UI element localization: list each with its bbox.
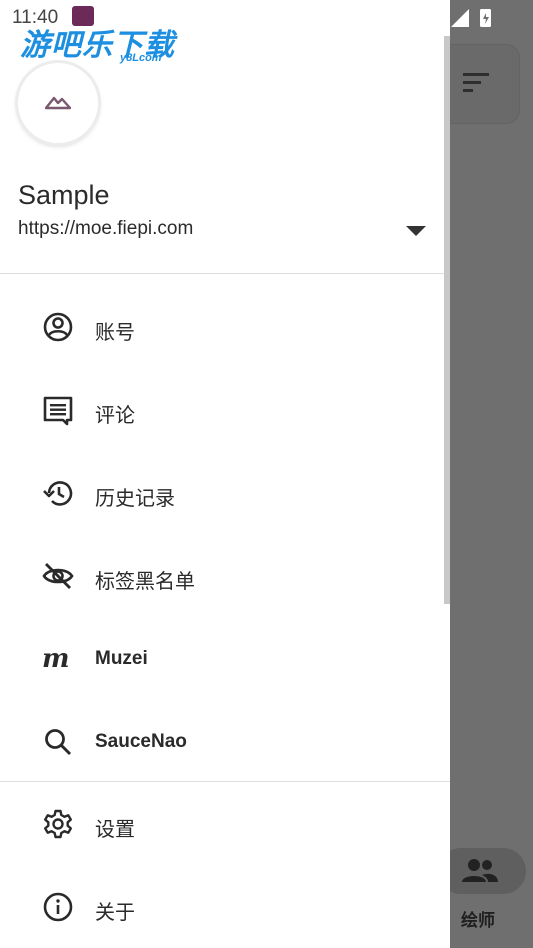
menu-item-saucenao[interactable]: SauceNao [0,712,450,772]
people-icon [462,859,498,882]
divider [0,273,450,274]
menu-item-label: 账号 [95,322,135,344]
menu-item-tag-blacklist[interactable]: 标签黑名单 [0,546,450,606]
dropdown-arrow-icon[interactable] [404,224,428,238]
menu-item-history[interactable]: 历史记录 [0,463,450,523]
menu-item-label: 历史记录 [95,488,175,510]
gear-icon [44,809,72,839]
bottom-nav-artists-indicator[interactable] [438,848,526,894]
sort-icon [463,73,489,92]
image-placeholder-icon [45,96,71,110]
navigation-drawer: 游吧乐下载 y8Lcom Sample https://moe.fiepi.co… [0,0,450,948]
menu-item-label: 设置 [95,819,135,841]
svg-text:m: m [42,644,70,674]
menu-item-about[interactable]: 关于 [0,877,450,937]
menu-item-label: 标签黑名单 [95,571,195,593]
menu-item-label: SauceNao [95,731,187,752]
notification-app-icon [72,6,94,26]
status-time: 11:40 [12,7,59,28]
status-bar: 11:40 [0,0,533,34]
status-icons [426,7,491,27]
bottom-nav-artists-label[interactable]: 绘师 [461,906,495,931]
account-name: Sample [18,180,110,210]
scrollbar[interactable] [444,36,450,604]
avatar[interactable] [18,63,98,143]
eye-off-icon [42,563,74,589]
divider [0,781,450,782]
comment-icon [43,396,73,426]
account-url: https://moe.fiepi.com [18,218,194,239]
menu-item-comments[interactable]: 评论 [0,380,450,440]
menu-item-label: 关于 [95,902,135,924]
menu-item-account[interactable]: 账号 [0,297,450,357]
search-icon [45,729,72,756]
info-icon [43,892,73,922]
history-icon [43,481,73,506]
muzei-icon: m [42,644,70,674]
menu-item-label: 评论 [95,405,135,427]
watermark-sub: y8Lcom [120,52,162,64]
signal-icon [451,9,469,27]
wifi-icon [426,7,448,27]
menu-item-label: Muzei [95,648,148,669]
account-circle-icon [43,312,73,342]
menu-item-muzei[interactable]: m Muzei [0,629,450,689]
menu-item-settings[interactable]: 设置 [0,794,450,854]
